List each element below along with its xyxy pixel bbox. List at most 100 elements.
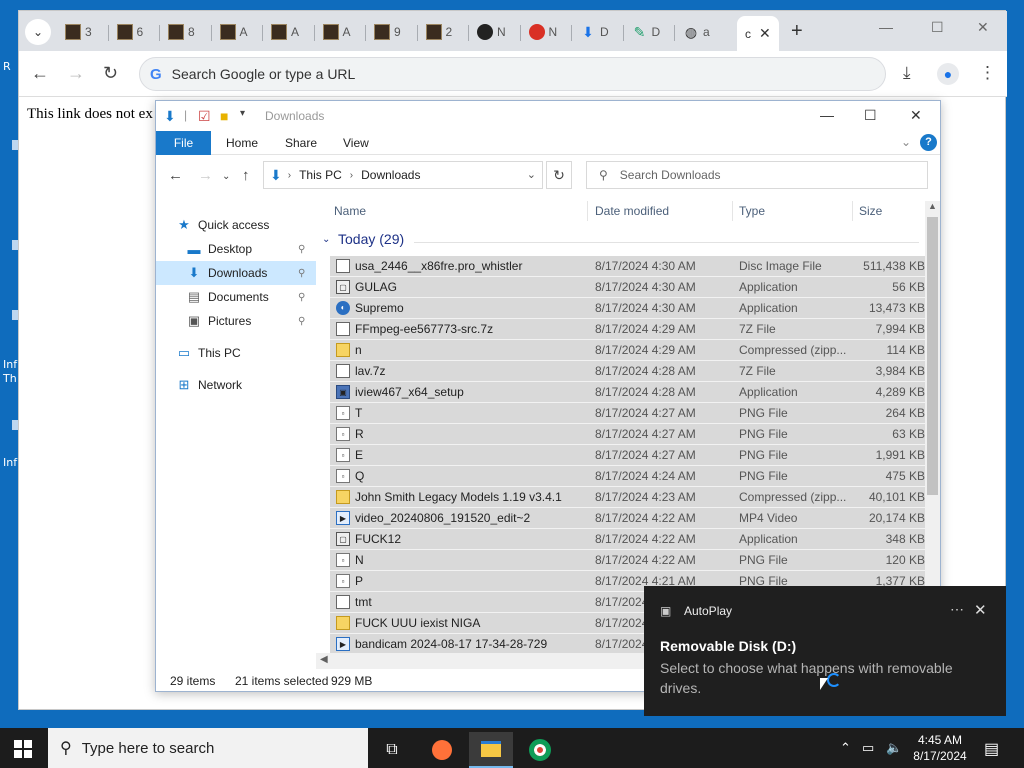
address-bar[interactable]: ⬇ › This PC › Downloads ⌄ bbox=[263, 161, 543, 189]
help-icon[interactable]: ? bbox=[920, 134, 937, 151]
scroll-left-icon[interactable]: ◀ bbox=[320, 654, 328, 665]
maximize-icon[interactable]: ☐ bbox=[864, 107, 877, 124]
column-size[interactable]: Size bbox=[859, 201, 882, 221]
taskbar-search[interactable]: ⚲ Type here to search bbox=[48, 728, 368, 768]
recent-locations-icon[interactable]: ⌄ bbox=[222, 171, 230, 182]
network-icon[interactable]: ▭ bbox=[862, 740, 874, 756]
tab-active[interactable]: c ✕ bbox=[737, 16, 779, 51]
folder-icon[interactable]: ■ bbox=[220, 108, 228, 124]
task-view-button[interactable]: ⧉ bbox=[370, 732, 414, 768]
minimize-icon[interactable]: — bbox=[879, 19, 893, 35]
tab-5[interactable]: A bbox=[315, 17, 365, 47]
scroll-up-icon[interactable]: ▲ bbox=[928, 201, 937, 211]
file-row[interactable]: ▢ FUCK12 8/17/2024 4:22 AM Application 348 K… bbox=[330, 529, 925, 550]
forward-button[interactable]: → bbox=[67, 63, 85, 83]
file-row[interactable]: ▫ Q 8/17/2024 4:24 AM PNG File 475 KB bbox=[330, 466, 925, 487]
volume-muted-icon[interactable]: 🔈 bbox=[886, 740, 902, 756]
start-button[interactable] bbox=[14, 740, 32, 758]
omnibox[interactable]: G Search Google or type a URL bbox=[139, 57, 886, 91]
breadcrumb-downloads[interactable]: Downloads bbox=[361, 168, 420, 182]
tab-7[interactable]: 2 bbox=[418, 17, 468, 47]
taskbar-file-explorer[interactable] bbox=[469, 732, 513, 768]
menu-icon[interactable]: ⋮ bbox=[979, 63, 996, 83]
scrollbar-thumb[interactable] bbox=[927, 217, 938, 495]
nav-item-desktop[interactable]: ▬ Desktop ⚲ bbox=[156, 237, 316, 261]
pin-icon[interactable]: ⚲ bbox=[298, 316, 305, 327]
refresh-button[interactable]: ↻ bbox=[546, 161, 572, 189]
action-center-icon[interactable]: ▤ bbox=[984, 739, 999, 759]
reload-button[interactable]: ↻ bbox=[103, 63, 118, 83]
collapse-group-icon[interactable]: ⌄ bbox=[322, 234, 330, 245]
more-options-icon[interactable]: ⋯ bbox=[950, 601, 964, 618]
file-row[interactable]: ▢ GULAG 8/17/2024 4:30 AM Application 56 KB bbox=[330, 277, 925, 298]
pin-icon[interactable]: ⚲ bbox=[298, 244, 305, 255]
taskbar-firefox[interactable] bbox=[420, 732, 464, 768]
pin-icon[interactable]: ⚲ bbox=[298, 268, 305, 279]
tab-0[interactable]: 3 bbox=[57, 17, 107, 47]
column-divider[interactable] bbox=[732, 201, 733, 221]
file-row[interactable]: ◐ Supremo 8/17/2024 4:30 AM Application 13,4… bbox=[330, 298, 925, 319]
customize-qat-icon[interactable]: ▾ bbox=[240, 108, 245, 119]
close-window-icon[interactable]: ✕ bbox=[910, 107, 922, 124]
nav-item-network[interactable]: ⊞ Network bbox=[156, 373, 316, 397]
chevron-down-icon[interactable]: ⌄ bbox=[527, 168, 536, 181]
breadcrumb-this-pc[interactable]: This PC bbox=[299, 168, 342, 182]
nav-item-this-pc[interactable]: ▭ This PC bbox=[156, 341, 316, 365]
file-row[interactable]: FFmpeg-ee567773-src.7z 8/17/2024 4:29 AM 7… bbox=[330, 319, 925, 340]
file-row[interactable]: lav.7z 8/17/2024 4:28 AM 7Z File 3,984 KB bbox=[330, 361, 925, 382]
group-header[interactable]: Today (29) bbox=[338, 231, 404, 247]
expand-ribbon-icon[interactable]: ⌄ bbox=[901, 135, 911, 149]
clock[interactable]: 4:45 AM 8/17/2024 bbox=[908, 732, 972, 764]
new-tab-button[interactable]: + bbox=[791, 20, 803, 43]
close-icon[interactable]: ✕ bbox=[974, 601, 987, 619]
tab-9[interactable]: N bbox=[521, 17, 571, 47]
taskbar-chrome[interactable] bbox=[518, 732, 562, 768]
tab-share[interactable]: Share bbox=[285, 131, 317, 155]
tab-1[interactable]: 6 bbox=[109, 17, 159, 47]
tab-4[interactable]: A bbox=[263, 17, 313, 47]
file-row[interactable]: n 8/17/2024 4:29 AM Compressed (zipp... 114… bbox=[330, 340, 925, 361]
tab-11[interactable]: ✎ D bbox=[624, 17, 674, 47]
back-button[interactable]: ← bbox=[31, 63, 49, 83]
tab-view[interactable]: View bbox=[343, 131, 369, 155]
tab-file[interactable]: File bbox=[156, 131, 211, 155]
pin-icon[interactable]: ⚲ bbox=[298, 292, 305, 303]
nav-item-documents[interactable]: ▤ Documents ⚲ bbox=[156, 285, 316, 309]
column-type[interactable]: Type bbox=[739, 201, 765, 221]
tab-8[interactable]: N bbox=[469, 17, 519, 47]
file-row[interactable]: ▶ video_20240806_191520_edit~2 8/17/2024 4… bbox=[330, 508, 925, 529]
file-row[interactable]: John Smith Legacy Models 1.19 v3.4.1 8/17… bbox=[330, 487, 925, 508]
up-button[interactable]: ↑ bbox=[242, 167, 250, 184]
tab-home[interactable]: Home bbox=[226, 131, 258, 155]
back-button[interactable]: ← bbox=[168, 167, 183, 184]
maximize-icon[interactable]: ☐ bbox=[931, 19, 944, 36]
minimize-icon[interactable]: — bbox=[820, 107, 834, 123]
column-divider[interactable] bbox=[587, 201, 588, 221]
forward-button[interactable]: → bbox=[198, 167, 213, 184]
nav-item-pictures[interactable]: ▣ Pictures ⚲ bbox=[156, 309, 316, 333]
autoplay-notification[interactable]: ▣ AutoPlay ⋯ ✕ Removable Disk (D:) Selec… bbox=[644, 586, 1006, 716]
file-row[interactable]: usa_2446__x86fre.pro_whistler 8/17/2024 4… bbox=[330, 256, 925, 277]
file-row[interactable]: ▫ E 8/17/2024 4:27 AM PNG File 1,991 KB bbox=[330, 445, 925, 466]
file-row[interactable]: ▫ R 8/17/2024 4:27 AM PNG File 63 KB bbox=[330, 424, 925, 445]
profile-avatar[interactable]: ● bbox=[937, 63, 959, 85]
column-date-modified[interactable]: Date modified bbox=[595, 201, 669, 221]
nav-item-quick-access[interactable]: ★ Quick access bbox=[156, 213, 316, 237]
show-hidden-icons-icon[interactable]: ⌃ bbox=[840, 740, 851, 756]
tab-10[interactable]: ⬇ D bbox=[572, 17, 622, 47]
file-row[interactable]: ▫ N 8/17/2024 4:22 AM PNG File 120 KB bbox=[330, 550, 925, 571]
column-name[interactable]: Name bbox=[334, 201, 366, 221]
close-tab-icon[interactable]: ✕ bbox=[759, 25, 771, 42]
tab-6[interactable]: 9 bbox=[366, 17, 416, 47]
file-row[interactable]: ▣ iview467_x64_setup 8/17/2024 4:28 AM Appl… bbox=[330, 382, 925, 403]
tab-2[interactable]: 8 bbox=[160, 17, 210, 47]
search-input[interactable]: ⚲ Search Downloads bbox=[586, 161, 928, 189]
tab-search-button[interactable]: ⌄ bbox=[25, 19, 51, 45]
properties-icon[interactable]: ☑ bbox=[198, 108, 211, 125]
tab-12[interactable]: ◍ a bbox=[675, 17, 725, 47]
close-window-icon[interactable]: ✕ bbox=[977, 19, 989, 36]
file-row[interactable]: ▫ T 8/17/2024 4:27 AM PNG File 264 KB bbox=[330, 403, 925, 424]
column-divider[interactable] bbox=[852, 201, 853, 221]
tab-3[interactable]: A bbox=[212, 17, 262, 47]
downloads-icon[interactable]: ⤓ bbox=[903, 63, 911, 83]
